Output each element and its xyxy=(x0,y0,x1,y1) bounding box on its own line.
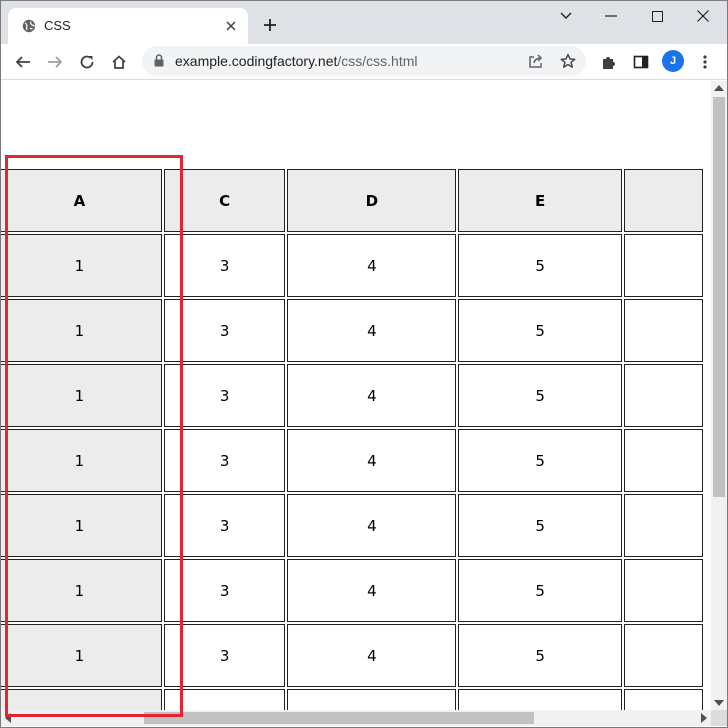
forward-arrow-icon[interactable] xyxy=(43,50,67,74)
table-cell: 5 xyxy=(458,234,623,297)
table-cell: 5 xyxy=(458,494,623,557)
tab-search-chevron-icon[interactable] xyxy=(554,4,578,28)
back-arrow-icon[interactable] xyxy=(11,50,35,74)
scroll-right-arrow-icon[interactable] xyxy=(701,713,707,723)
table-cell xyxy=(287,689,457,710)
tab-strip: CSS xyxy=(0,0,728,44)
table-cell xyxy=(624,689,703,710)
header-cell: C xyxy=(163,169,286,232)
table-cell: 1 xyxy=(1,624,162,687)
url-text: example.codingfactory.net/css/css.html xyxy=(175,53,418,69)
table-cell: 4 xyxy=(287,559,457,622)
table-cell: 4 xyxy=(287,364,457,427)
scrollbar-corner xyxy=(711,710,727,726)
profile-avatar[interactable]: J xyxy=(662,50,684,72)
table-cell xyxy=(163,689,286,710)
star-icon[interactable] xyxy=(558,51,578,71)
table-cell: 1 xyxy=(1,364,162,427)
table-cell: 5 xyxy=(458,559,623,622)
table-cell xyxy=(624,299,703,362)
puzzle-icon[interactable] xyxy=(597,50,621,74)
close-icon[interactable] xyxy=(222,17,240,35)
home-icon[interactable] xyxy=(107,50,131,74)
table-cell: 3 xyxy=(163,494,286,557)
table-row xyxy=(1,689,703,710)
share-icon[interactable] xyxy=(526,51,546,71)
url-path: /css/css.html xyxy=(337,53,418,69)
table-cell xyxy=(458,689,623,710)
horizontal-scrollbar[interactable] xyxy=(1,710,711,726)
table-cell: 4 xyxy=(287,299,457,362)
table-cell xyxy=(624,624,703,687)
table-cell: 3 xyxy=(163,364,286,427)
table-row: 1345 xyxy=(1,559,703,622)
page-viewport: A C D E 1345134513451345134513451345 xyxy=(1,81,711,710)
header-cell: E xyxy=(458,169,623,232)
browser-tab[interactable]: CSS xyxy=(8,8,248,44)
url-host: example.codingfactory.net xyxy=(175,53,338,69)
table-cell xyxy=(1,689,162,710)
vertical-scrollbar[interactable] xyxy=(711,81,727,710)
table-cell xyxy=(624,559,703,622)
table-cell: 5 xyxy=(458,299,623,362)
table-cell: 1 xyxy=(1,429,162,492)
data-table: A C D E 1345134513451345134513451345 xyxy=(1,167,705,710)
side-panel-icon[interactable] xyxy=(629,50,653,74)
browser-toolbar: example.codingfactory.net/css/css.html xyxy=(0,44,728,80)
table-row: 1345 xyxy=(1,299,703,362)
table-cell: 4 xyxy=(287,234,457,297)
maximize-button[interactable] xyxy=(645,4,669,28)
table-cell xyxy=(624,234,703,297)
table-cell: 3 xyxy=(163,559,286,622)
vertical-scroll-thumb[interactable] xyxy=(713,97,725,497)
reload-icon[interactable] xyxy=(75,50,99,74)
table-cell: 4 xyxy=(287,494,457,557)
table-cell: 1 xyxy=(1,299,162,362)
lock-icon[interactable] xyxy=(154,54,164,72)
table-cell: 5 xyxy=(458,429,623,492)
table-row: 1345 xyxy=(1,364,703,427)
kebab-menu-icon[interactable] xyxy=(693,50,717,74)
tab-title: CSS xyxy=(44,18,71,33)
globe-icon xyxy=(22,19,36,33)
header-cell: D xyxy=(287,169,457,232)
table-cell: 3 xyxy=(163,299,286,362)
scroll-up-arrow-icon[interactable] xyxy=(714,85,724,91)
horizontal-scroll-thumb[interactable] xyxy=(144,712,534,724)
table-cell: 1 xyxy=(1,494,162,557)
table-header-row: A C D E xyxy=(1,169,703,232)
table-cell: 3 xyxy=(163,429,286,492)
table-row: 1345 xyxy=(1,494,703,557)
table-cell xyxy=(624,364,703,427)
table-row: 1345 xyxy=(1,429,703,492)
table-cell: 4 xyxy=(287,624,457,687)
table-cell xyxy=(624,429,703,492)
table-cell: 1 xyxy=(1,234,162,297)
table-cell: 3 xyxy=(163,234,286,297)
table-cell: 5 xyxy=(458,364,623,427)
table-row: 1345 xyxy=(1,234,703,297)
table-cell: 5 xyxy=(458,624,623,687)
scroll-down-arrow-icon[interactable] xyxy=(714,700,724,706)
minimize-button[interactable] xyxy=(599,4,623,28)
address-bar[interactable]: example.codingfactory.net/css/css.html xyxy=(142,46,586,76)
table-cell: 1 xyxy=(1,559,162,622)
table-cell xyxy=(624,494,703,557)
scroll-left-arrow-icon[interactable] xyxy=(5,713,11,723)
close-window-button[interactable] xyxy=(691,4,715,28)
table-cell: 3 xyxy=(163,624,286,687)
table-cell: 4 xyxy=(287,429,457,492)
table-row: 1345 xyxy=(1,624,703,687)
new-tab-button[interactable] xyxy=(260,15,280,35)
header-cell: A xyxy=(1,169,162,232)
header-cell xyxy=(624,169,703,232)
